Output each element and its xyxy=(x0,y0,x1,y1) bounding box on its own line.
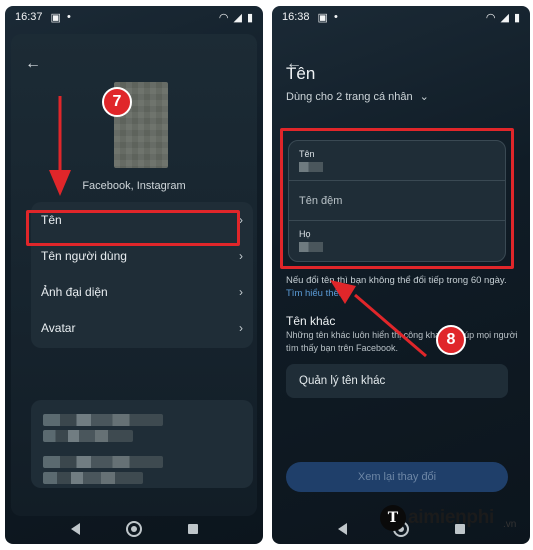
brand-suffix: .vn xyxy=(503,519,517,530)
manage-other-names-button[interactable]: Quản lý tên khác xyxy=(286,364,508,398)
android-nav-bar xyxy=(5,514,263,544)
blurred-account-row xyxy=(43,430,133,442)
brand-watermark: T aimienphi xyxy=(380,498,494,538)
review-changes-label: Xem lại thay đổi xyxy=(357,471,437,483)
status-bar: 16:38 ▣ • ◠ ◢ ▮ xyxy=(272,6,530,28)
screenshot-composite: 16:37 ▣ • ◠ ◢ ▮ ← Facebook, Instagram Tê… xyxy=(0,0,533,550)
menu-item-profile-picture[interactable]: Ảnh đại diện › xyxy=(31,274,253,310)
notification-dot-icon: • xyxy=(333,11,338,23)
page-title: Tên xyxy=(286,64,316,83)
menu-item-label: Tên người dùng xyxy=(41,249,127,263)
brand-logo: T xyxy=(380,505,406,531)
status-bar: 16:37 ▣ • ◠ ◢ ▮ xyxy=(5,6,263,28)
status-time: 16:37 xyxy=(15,11,43,23)
battery-icon: ▮ xyxy=(513,11,520,24)
brand-name: aimienphi xyxy=(408,507,494,528)
left-phone-screen: 16:37 ▣ • ◠ ◢ ▮ ← Facebook, Instagram Tê… xyxy=(5,6,263,544)
review-changes-button[interactable]: Xem lại thay đổi xyxy=(286,462,508,492)
learn-more-link[interactable]: Tìm hiểu thêm xyxy=(286,288,347,299)
menu-item-label: Ảnh đại diện xyxy=(41,285,108,299)
signal-icon: ◢ xyxy=(500,11,509,24)
step-badge-7: 7 xyxy=(102,87,132,117)
other-names-description: Những tên khác luôn hiển thị công khai đ… xyxy=(286,330,518,353)
manage-other-names-label: Quản lý tên khác xyxy=(299,375,386,387)
blurred-account-row xyxy=(43,414,163,426)
accounts-label: Facebook, Instagram xyxy=(82,180,186,192)
nav-recents-icon[interactable] xyxy=(187,524,198,534)
right-phone-screen: 16:38 ▣ • ◠ ◢ ▮ ← Tên Dùng cho 2 trang c… xyxy=(272,6,530,544)
blurred-account-row xyxy=(43,472,143,484)
menu-item-label: Avatar xyxy=(41,321,76,335)
battery-icon: ▮ xyxy=(246,11,253,24)
gallery-icon: ▣ xyxy=(317,11,328,24)
chevron-down-icon: ⌄ xyxy=(419,91,429,103)
other-names-heading: Tên khác xyxy=(286,314,336,328)
nav-back-icon[interactable] xyxy=(70,523,80,535)
chevron-right-icon: › xyxy=(239,249,243,263)
wifi-icon: ◠ xyxy=(218,11,229,24)
nav-back-icon[interactable] xyxy=(337,523,347,535)
menu-item-avatar[interactable]: Avatar › xyxy=(31,310,253,346)
note-text: Nếu đổi tên thì bạn không thể đổi tiếp t… xyxy=(286,275,507,286)
profiles-selector[interactable]: Dùng cho 2 trang cá nhân ⌄ xyxy=(286,90,429,103)
notification-dot-icon: • xyxy=(66,11,71,23)
chevron-right-icon: › xyxy=(239,285,243,299)
status-time: 16:38 xyxy=(282,11,310,23)
highlight-name-item xyxy=(26,210,240,246)
wifi-icon: ◠ xyxy=(485,11,496,24)
accounts-card-blurred xyxy=(31,400,253,488)
highlight-name-fields xyxy=(280,128,514,269)
step-badge-8: 8 xyxy=(436,325,466,355)
blurred-account-row xyxy=(43,456,163,468)
nav-home-icon[interactable] xyxy=(125,521,142,537)
gallery-icon: ▣ xyxy=(50,11,61,24)
profiles-selector-label: Dùng cho 2 trang cá nhân xyxy=(286,91,413,103)
name-change-note: Nếu đổi tên thì bạn không thể đổi tiếp t… xyxy=(286,274,516,300)
back-arrow-icon[interactable]: ← xyxy=(25,56,45,72)
account-sheet: ← Facebook, Instagram Tên › Tên người dù… xyxy=(11,34,257,516)
chevron-right-icon: › xyxy=(239,321,243,335)
signal-icon: ◢ xyxy=(233,11,242,24)
